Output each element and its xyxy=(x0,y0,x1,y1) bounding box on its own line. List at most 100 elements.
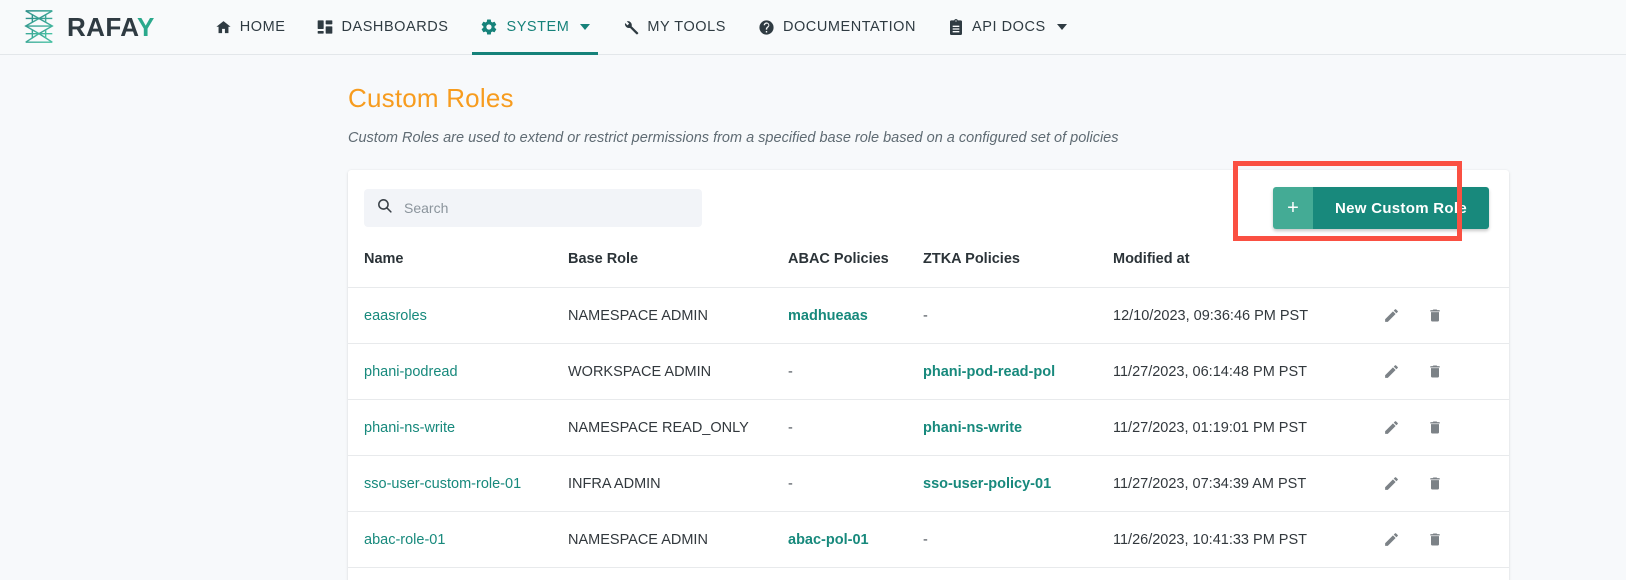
delete-icon[interactable] xyxy=(1427,363,1443,380)
rafay-mesh-logo-icon xyxy=(20,8,58,46)
column-header-base-role[interactable]: Base Role xyxy=(568,245,788,288)
table-row: eaasroles NAMESPACE ADMIN madhueaas - 12/10/… xyxy=(348,287,1509,344)
page-title: Custom Roles xyxy=(348,83,514,113)
search-icon xyxy=(376,197,393,219)
dashboard-grid-icon xyxy=(317,19,333,35)
edit-icon[interactable] xyxy=(1383,531,1400,548)
cell-ztka-policies: - xyxy=(923,287,1113,344)
role-name-link[interactable]: abac-role-01 xyxy=(364,532,445,548)
cell-row-actions xyxy=(1383,455,1509,512)
cell-role-name: eaasroles xyxy=(348,287,568,344)
ztka-policy-link[interactable]: phani-ns-write xyxy=(923,420,1022,436)
wrench-icon xyxy=(622,19,639,36)
rafay-logo[interactable]: RAFAY xyxy=(20,0,155,54)
column-header-abac-policies[interactable]: ABAC Policies xyxy=(788,245,923,288)
role-name-link[interactable]: phani-ns-write xyxy=(364,420,455,436)
table-row: phani-ns-write NAMESPACE READ_ONLY - phani-… xyxy=(348,399,1509,456)
cell-abac-policies: madhueaas xyxy=(788,287,923,344)
table-header-row: Name Base Role ABAC Policies ZTKA Polici… xyxy=(348,245,1509,288)
column-header-modified-at[interactable]: Modified at xyxy=(1113,245,1383,288)
modified-at-value: 11/26/2023, 10:41:33 PM PST xyxy=(1113,531,1308,548)
nav-item-documentation[interactable]: DOCUMENTATION xyxy=(742,0,932,55)
ztka-policy-link[interactable]: phani-pod-read-pol xyxy=(923,364,1055,380)
plus-icon: + xyxy=(1272,187,1313,229)
table-row: phani-podread WORKSPACE ADMIN - phani-pod-r… xyxy=(348,343,1509,400)
new-custom-role-wrap: + New Custom Role xyxy=(1232,161,1489,241)
table-header: Name Base Role ABAC Policies ZTKA Polici… xyxy=(348,245,1509,288)
table-row-partial xyxy=(348,567,1509,580)
gear-icon xyxy=(480,18,498,36)
abac-policy-link[interactable]: madhueaas xyxy=(788,308,868,324)
modified-at-value: 11/27/2023, 01:19:01 PM PST xyxy=(1113,419,1308,436)
column-header-name[interactable]: Name xyxy=(348,245,568,288)
base-role-value: NAMESPACE ADMIN xyxy=(568,307,708,324)
cell-ztka-policies: phani-pod-read-pol xyxy=(923,343,1113,400)
cell-modified-at: 11/27/2023, 01:19:01 PM PST xyxy=(1113,399,1383,456)
custom-roles-card: + New Custom Role Name Base Role ABAC Po… xyxy=(348,161,1509,580)
cell-modified-at: 11/27/2023, 06:14:48 PM PST xyxy=(1113,343,1383,400)
modified-at-value: 11/27/2023, 07:34:39 AM PST xyxy=(1113,475,1307,492)
nav-label-system: SYSTEM xyxy=(506,19,570,35)
cell-ztka-policies: sso-user-policy-01 xyxy=(923,455,1113,512)
edit-icon[interactable] xyxy=(1383,419,1400,436)
custom-roles-table: Name Base Role ABAC Policies ZTKA Polici… xyxy=(348,245,1509,580)
role-name-link[interactable]: eaasroles xyxy=(364,308,427,324)
nav-item-system[interactable]: SYSTEM xyxy=(464,0,606,55)
page-subtitle: Custom Roles are used to extend or restr… xyxy=(348,130,1119,146)
cell-row-actions xyxy=(1383,343,1509,400)
ztka-policy-empty: - xyxy=(923,307,928,324)
role-name-link[interactable]: phani-podread xyxy=(364,364,458,380)
card-toolbar: + New Custom Role xyxy=(348,161,1509,245)
edit-icon[interactable] xyxy=(1383,307,1400,324)
delete-icon[interactable] xyxy=(1427,307,1443,324)
table-row: sso-user-custom-role-01 INFRA ADMIN - sso-u… xyxy=(348,455,1509,512)
brand-wordmark: RAFAY xyxy=(67,14,155,40)
question-circle-icon xyxy=(758,19,775,36)
base-role-value: WORKSPACE ADMIN xyxy=(568,363,712,380)
cell-role-name: abac-role-01 xyxy=(348,511,568,568)
cell-role-name: sso-user-custom-role-01 xyxy=(348,455,568,512)
brand-name-accent: Y xyxy=(137,12,155,42)
search-box[interactable] xyxy=(364,189,702,227)
abac-policy-link[interactable]: abac-pol-01 xyxy=(788,532,869,548)
nav-label-my-tools: MY TOOLS xyxy=(647,19,726,35)
cell-abac-policies: - xyxy=(788,399,923,456)
chevron-down-icon xyxy=(580,24,591,30)
nav-item-dashboards[interactable]: DASHBOARDS xyxy=(301,0,464,55)
modified-at-value: 12/10/2023, 09:36:46 PM PST xyxy=(1113,307,1309,324)
cell-base-role: NAMESPACE READ_ONLY xyxy=(568,399,788,456)
brand-name-dark: RAFA xyxy=(67,12,137,42)
search-input[interactable] xyxy=(404,200,690,216)
nav-label-home: HOME xyxy=(239,19,286,35)
delete-icon[interactable] xyxy=(1427,419,1443,436)
delete-icon[interactable] xyxy=(1427,531,1443,548)
clipboard-icon xyxy=(948,19,964,35)
cell-abac-policies: - xyxy=(788,455,923,512)
edit-icon[interactable] xyxy=(1383,363,1400,380)
abac-policy-empty: - xyxy=(788,363,793,380)
nav-item-my-tools[interactable]: MY TOOLS xyxy=(606,0,742,55)
cell-base-role: NAMESPACE ADMIN xyxy=(568,287,788,344)
abac-policy-empty: - xyxy=(788,475,793,492)
role-name-link[interactable]: sso-user-custom-role-01 xyxy=(364,476,521,492)
delete-icon[interactable] xyxy=(1427,475,1443,492)
nav-label-documentation: DOCUMENTATION xyxy=(782,19,917,35)
cell-role-name: phani-podread xyxy=(348,343,568,400)
cell-base-role: NAMESPACE ADMIN xyxy=(568,511,788,568)
column-header-ztka-policies[interactable]: ZTKA Policies xyxy=(923,245,1113,288)
edit-icon[interactable] xyxy=(1383,475,1400,492)
new-custom-role-button[interactable]: + New Custom Role xyxy=(1272,187,1489,229)
cell-row-actions xyxy=(1383,511,1509,568)
cell-base-role: WORKSPACE ADMIN xyxy=(568,343,788,400)
nav-item-api-docs[interactable]: API DOCS xyxy=(932,0,1083,55)
nav-label-api-docs: API DOCS xyxy=(972,19,1046,35)
cell-ztka-policies: - xyxy=(923,511,1113,568)
cell-abac-policies: abac-pol-01 xyxy=(788,511,923,568)
ztka-policy-link[interactable]: sso-user-policy-01 xyxy=(923,476,1051,492)
cell-abac-policies: - xyxy=(788,343,923,400)
base-role-value: NAMESPACE READ_ONLY xyxy=(568,419,749,436)
abac-policy-empty: - xyxy=(788,419,793,436)
cell-row-actions xyxy=(1383,399,1509,456)
cell-modified-at: 11/26/2023, 10:41:33 PM PST xyxy=(1113,511,1383,568)
nav-item-home[interactable]: HOME xyxy=(199,0,302,55)
